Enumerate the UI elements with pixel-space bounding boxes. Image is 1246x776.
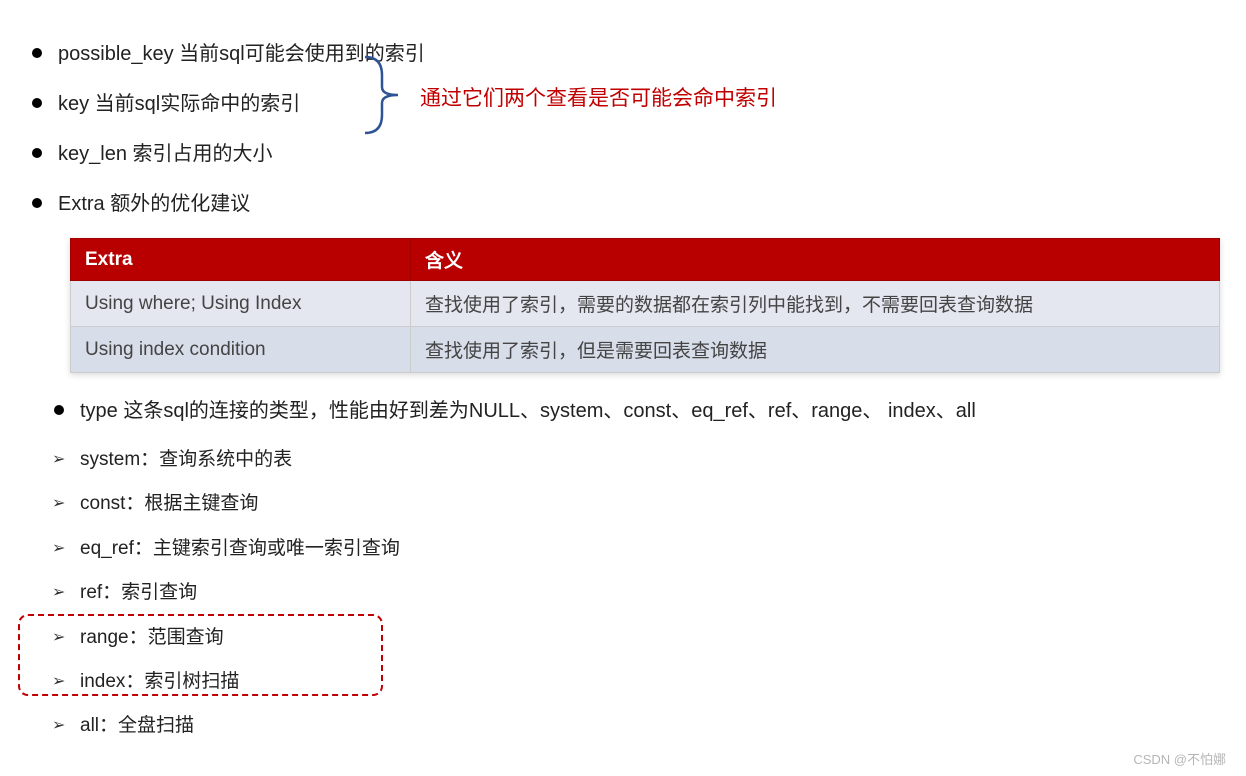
watermark-text: CSDN @不怕娜 [1133,749,1226,768]
sub-const: const：根据主键查询 [52,489,1216,519]
main-bullet-list: possible_key 当前sql可能会使用到的索引 key 当前sql实际命… [30,38,1216,220]
sub-range: range：范围查询 [52,623,1216,653]
table-row: Using index condition 查找使用了索引，但是需要回表查询数据 [71,327,1220,373]
sub-system: system：查询系统中的表 [52,445,1216,475]
th-meaning: 含义 [411,239,1220,281]
bullet-possible-key: possible_key 当前sql可能会使用到的索引 [30,38,1216,70]
sub-bullet-list: system：查询系统中的表 const：根据主键查询 eq_ref：主键索引查… [30,445,1216,742]
brace-icon [360,55,410,135]
extra-table-wrap: Extra 含义 Using where; Using Index 查找使用了索… [70,238,1216,373]
cell-meaning-1: 查找使用了索引，但是需要回表查询数据 [411,327,1220,373]
table-row: Using where; Using Index 查找使用了索引，需要的数据都在… [71,281,1220,327]
sub-eq-ref: eq_ref：主键索引查询或唯一索引查询 [52,534,1216,564]
bullet-extra: Extra 额外的优化建议 [30,188,1216,220]
table-header-row: Extra 含义 [71,239,1220,281]
cell-extra-1: Using index condition [71,327,411,373]
sub-index: index：索引树扫描 [52,667,1216,697]
cell-meaning-0: 查找使用了索引，需要的数据都在索引列中能找到，不需要回表查询数据 [411,281,1220,327]
bullet-key-len: key_len 索引占用的大小 [30,138,1216,170]
annotation-text: 通过它们两个查看是否可能会命中索引 [420,82,777,112]
bullet-type: type 这条sql的连接的类型，性能由好到差为NULL、system、cons… [52,395,1216,427]
cell-extra-0: Using where; Using Index [71,281,411,327]
th-extra: Extra [71,239,411,281]
sub-ref: ref：索引查询 [52,578,1216,608]
type-bullet-list: type 这条sql的连接的类型，性能由好到差为NULL、system、cons… [30,395,1216,427]
sub-all: all：全盘扫描 [52,711,1216,741]
extra-table: Extra 含义 Using where; Using Index 查找使用了索… [70,238,1220,373]
